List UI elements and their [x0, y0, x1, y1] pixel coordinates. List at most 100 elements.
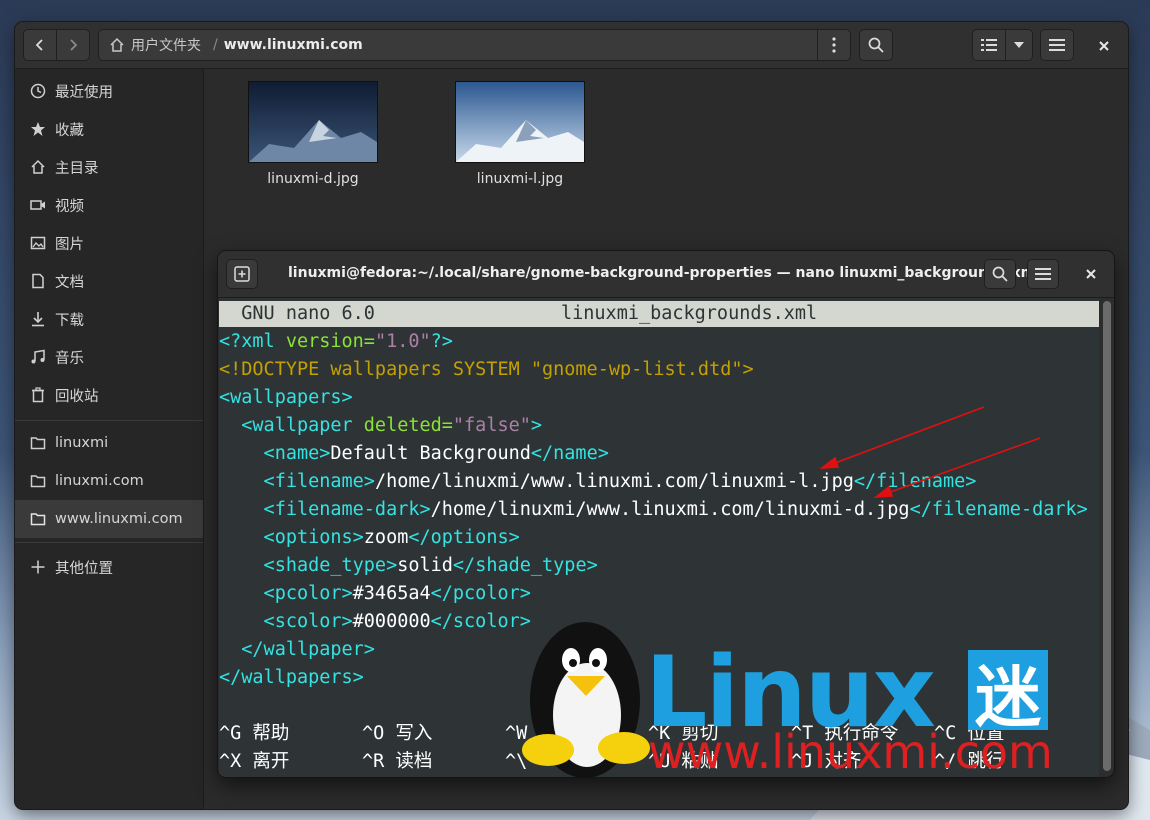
sidebar-item-label: 音乐	[55, 350, 84, 367]
code-line: <!DOCTYPE wallpapers SYSTEM "gnome-wp-li…	[219, 359, 754, 380]
close-icon	[1086, 269, 1096, 279]
breadcrumb-home-label: 用户文件夹	[131, 38, 201, 54]
sidebar-item-pictures[interactable]: 图片	[15, 224, 203, 262]
sidebar-item-trash[interactable]: 回收站	[15, 376, 203, 414]
code-line: <filename-dark>/home/linuxmi/www.linuxmi…	[219, 499, 1088, 520]
code-line: <shade_type>solid</shade_type>	[219, 555, 598, 576]
sidebar-item-music[interactable]: 音乐	[15, 338, 203, 376]
shortcut: ^G 帮助	[219, 723, 290, 744]
path-menu-button[interactable]	[817, 29, 851, 61]
code-line: <filename>/home/linuxmi/www.linuxmi.com/…	[219, 471, 977, 492]
search-icon	[992, 266, 1008, 282]
vertical-dots-icon	[832, 37, 836, 53]
shortcut: ^R 读档	[362, 751, 433, 772]
image-icon	[30, 236, 46, 250]
sidebar-item-label: 下载	[55, 312, 84, 329]
image-thumbnail	[455, 81, 585, 163]
shortcut: ^O 写入	[362, 723, 433, 744]
view-list-button[interactable]	[972, 29, 1006, 61]
shortcut: ^K 剪切	[648, 723, 719, 744]
document-icon	[32, 273, 44, 289]
places-sidebar: 最近使用 收藏 主目录 视频 图片 文档 下载 音乐 回收站 linuxmi l…	[15, 69, 204, 809]
view-options-button[interactable]	[1005, 29, 1033, 61]
sidebar-item-label: linuxmi.com	[55, 473, 144, 489]
home-icon	[110, 37, 124, 52]
code-line: <?xml version="1.0"?>	[219, 331, 453, 352]
sidebar-divider	[15, 420, 203, 421]
nano-title-bar: GNU nano 6.0 linuxmi_backgrounds.xml	[219, 301, 1099, 327]
new-tab-icon	[234, 266, 250, 282]
main-menu-button[interactable]	[1040, 29, 1074, 61]
music-icon	[31, 349, 45, 364]
file-item[interactable]: linuxmi-d.jpg	[248, 81, 378, 187]
file-name: linuxmi-l.jpg	[476, 171, 564, 187]
code-line: <name>Default Background</name>	[219, 443, 609, 464]
terminal-content[interactable]: GNU nano 6.0 linuxmi_backgrounds.xml <?xm…	[219, 298, 1099, 777]
folder-icon	[30, 513, 46, 526]
shortcut: ^W	[505, 723, 528, 744]
sidebar-item-label: 收藏	[55, 122, 84, 139]
code-line: <options>zoom</options>	[219, 527, 520, 548]
sidebar-item-label: 其他位置	[55, 560, 113, 577]
terminal-title: linuxmi@fedora:~/.local/share/gnome-back…	[288, 265, 1041, 281]
home-icon	[31, 159, 45, 174]
trash-icon	[32, 387, 44, 403]
search-icon	[868, 37, 884, 53]
shortcut: ^T 执行命令	[791, 723, 899, 744]
hamburger-icon	[1035, 268, 1051, 280]
search-button[interactable]	[859, 29, 893, 61]
close-icon	[1099, 41, 1109, 51]
sidebar-item-label: www.linuxmi.com	[55, 511, 183, 527]
breadcrumb-separator: /	[213, 37, 218, 53]
sidebar-item-videos[interactable]: 视频	[15, 186, 203, 224]
code-line: </wallpaper>	[219, 639, 375, 660]
plus-icon	[31, 560, 45, 574]
terminal-close-button[interactable]	[1080, 263, 1102, 285]
chevron-left-icon	[35, 39, 43, 51]
breadcrumb-home[interactable]: 用户文件夹	[99, 35, 207, 55]
sidebar-item-home[interactable]: 主目录	[15, 148, 203, 186]
code-line: <pcolor>#3465a4</pcolor>	[219, 583, 531, 604]
path-bar[interactable]: 用户文件夹 / www.linuxmi.com	[98, 29, 824, 61]
code-line: <scolor>#000000</scolor>	[219, 611, 531, 632]
list-view-icon	[981, 39, 997, 51]
code-line: </wallpapers>	[219, 667, 364, 688]
forward-button[interactable]	[56, 29, 90, 61]
sidebar-item-documents[interactable]: 文档	[15, 262, 203, 300]
sidebar-item-label: 回收站	[55, 388, 99, 405]
chevron-right-icon	[70, 39, 78, 51]
nano-version: GNU nano 6.0	[219, 303, 375, 324]
video-icon	[30, 200, 45, 210]
sidebar-item-linuxmi[interactable]: linuxmi	[15, 424, 203, 462]
sidebar-divider	[15, 542, 203, 543]
close-button[interactable]	[1093, 35, 1115, 57]
nano-filename: linuxmi_backgrounds.xml	[561, 303, 818, 324]
terminal-window: linuxmi@fedora:~/.local/share/gnome-back…	[218, 251, 1114, 777]
sidebar-item-linuxmi-com[interactable]: linuxmi.com	[15, 462, 203, 500]
terminal-search-button[interactable]	[984, 259, 1016, 289]
scrollbar[interactable]	[1103, 301, 1111, 771]
file-item[interactable]: linuxmi-l.jpg	[455, 81, 585, 187]
code-line: <wallpaper deleted="false">	[219, 415, 543, 436]
file-name: linuxmi-d.jpg	[267, 171, 359, 187]
chevron-down-icon	[1014, 42, 1024, 48]
sidebar-item-label: 主目录	[55, 160, 99, 177]
sidebar-item-www-linuxmi-com[interactable]: www.linuxmi.com	[15, 500, 203, 538]
sidebar-item-recent[interactable]: 最近使用	[15, 72, 203, 110]
folder-icon	[30, 475, 46, 488]
terminal-menu-button[interactable]	[1027, 259, 1059, 289]
back-button[interactable]	[23, 29, 57, 61]
new-tab-button[interactable]	[226, 259, 258, 289]
shortcut: ^/ 跳行	[934, 751, 1005, 772]
hamburger-icon	[1049, 39, 1065, 51]
sidebar-item-other-locations[interactable]: 其他位置	[15, 548, 203, 586]
breadcrumb-current[interactable]: www.linuxmi.com	[224, 37, 363, 53]
header-bar: 用户文件夹 / www.linuxmi.com	[15, 22, 1128, 69]
shortcut: ^J 对齐	[791, 751, 862, 772]
folder-icon	[30, 437, 46, 450]
download-icon	[32, 312, 44, 327]
sidebar-item-starred[interactable]: 收藏	[15, 110, 203, 148]
sidebar-item-downloads[interactable]: 下载	[15, 300, 203, 338]
terminal-header-bar: linuxmi@fedora:~/.local/share/gnome-back…	[218, 251, 1114, 298]
sidebar-item-label: linuxmi	[55, 435, 109, 451]
